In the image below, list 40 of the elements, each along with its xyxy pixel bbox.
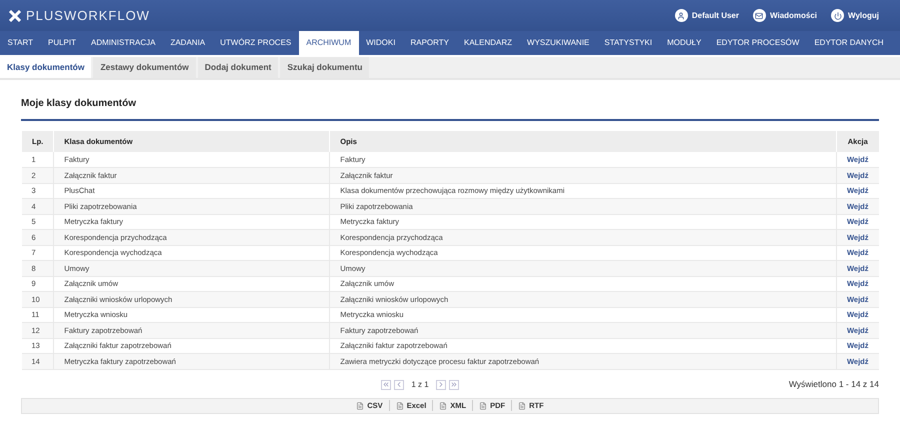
records-summary: Wyświetlono 1 - 14 z 14 xyxy=(788,378,879,391)
nav-tab[interactable]: UTWÓRZ PROCES xyxy=(212,31,299,55)
nav-tab[interactable]: WIDOKI xyxy=(358,31,403,55)
nav-tab[interactable]: STATYSTYKI xyxy=(596,31,660,55)
sub-tab[interactable]: Szukaj dokumentu xyxy=(280,57,370,78)
page-title: Moje klasy dokumentów xyxy=(21,97,138,111)
file-icon xyxy=(518,402,526,410)
first-page-button[interactable] xyxy=(381,380,392,390)
previous-page-button[interactable] xyxy=(394,380,404,390)
double-left-chevron-icon xyxy=(382,380,390,389)
nav-tab[interactable]: ZADANIA xyxy=(162,31,213,55)
nav-tab[interactable]: RAPORTY xyxy=(402,31,456,55)
nav-tab[interactable]: PULPIT xyxy=(40,31,84,55)
next-page-button[interactable] xyxy=(436,380,446,390)
nav-tab[interactable]: START xyxy=(0,31,40,55)
nav-tab[interactable]: WYSZUKIWANIE xyxy=(520,31,597,55)
last-page-button[interactable] xyxy=(448,380,459,390)
sub-tab[interactable]: Klasy dokumentów xyxy=(0,57,92,78)
file-icon xyxy=(356,402,364,410)
logo-text: PLUSWORKFLOW xyxy=(26,6,150,25)
nav-tab[interactable]: KALENDARZ xyxy=(456,31,520,55)
header-link[interactable]: Wiadomości xyxy=(752,9,818,22)
file-icon xyxy=(439,402,448,410)
sub-tab[interactable]: Dodaj dokument xyxy=(198,57,278,78)
double-right-chevron-icon xyxy=(450,380,458,389)
nav-tab[interactable]: ARCHIWUM xyxy=(298,31,359,55)
mail-icon xyxy=(755,12,764,20)
page-indicator: 1 z 1 xyxy=(411,378,429,390)
header-link[interactable]: Wyloguj xyxy=(831,9,879,22)
file-icon xyxy=(396,402,404,410)
user-icon xyxy=(677,12,686,20)
logo-icon xyxy=(9,10,21,22)
nav-tab[interactable]: ADMINISTRACJA xyxy=(84,31,163,55)
header-link[interactable]: Default User xyxy=(674,9,739,22)
power-icon xyxy=(834,12,842,20)
nav-tab[interactable]: EDYTOR PROCESÓW xyxy=(708,31,807,55)
nav-tab[interactable]: EDYTOR DANYCH xyxy=(806,31,892,55)
sub-tab[interactable]: Zestawy dokumentów xyxy=(93,57,196,78)
file-icon xyxy=(479,402,488,410)
nav-tab[interactable]: MODUŁY xyxy=(660,31,709,55)
